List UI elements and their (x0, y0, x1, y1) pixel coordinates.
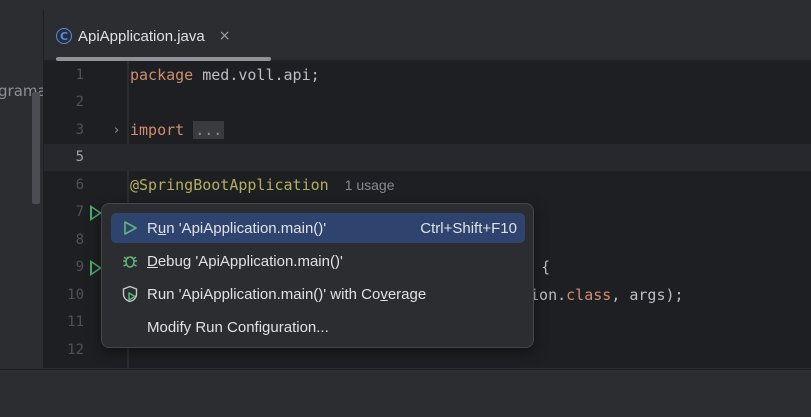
project-panel: grama (0, 10, 44, 368)
code-fragment: , args); (611, 286, 684, 304)
code-line: 6 @SpringBootApplication 1 usage (44, 172, 811, 199)
line-number: 1 (75, 67, 84, 83)
chevron-right-icon[interactable]: › (114, 117, 119, 144)
folded-imports[interactable]: ... (193, 121, 225, 139)
menu-item-run[interactable]: Run 'ApiApplication.main()' Ctrl+Shift+F… (111, 213, 525, 243)
menu-item-label: Run 'ApiApplication.main()' with Coverag… (147, 286, 426, 303)
usage-hint[interactable]: 1 usage (345, 177, 395, 193)
code-text: tion.class, args); (521, 282, 684, 309)
line-number: 12 (67, 342, 84, 358)
keyword: class (566, 286, 612, 304)
line-number: 8 (75, 232, 84, 248)
code-line: 1 package med.voll.api; (44, 62, 811, 89)
code-line: 2 (44, 89, 811, 116)
status-bar (0, 369, 811, 417)
label-part: n 'ApiApplication.main()' (166, 219, 327, 237)
coverage-icon (119, 285, 141, 303)
shortcut-label: Ctrl+Shift+F10 (420, 219, 517, 237)
menu-item-modify-run-configuration[interactable]: Modify Run Configuration... (111, 312, 525, 342)
mnemonic: D (147, 252, 158, 270)
label-part: Run 'ApiApplication.main()' with Co (147, 285, 381, 303)
mnemonic: u (157, 219, 167, 237)
line-number: 7 (75, 204, 84, 220)
class-c-icon: C (56, 28, 72, 44)
run-context-menu: Run 'ApiApplication.main()' Ctrl+Shift+F… (101, 203, 534, 348)
line-number: 5 (75, 149, 84, 165)
mnemonic: v (380, 285, 388, 303)
label-part: erage (387, 285, 427, 303)
line-number: 6 (75, 177, 84, 193)
menu-item-label: Debug 'ApiApplication.main()' (147, 253, 343, 270)
tab-label: ApiApplication.java (78, 27, 205, 45)
editor-tab-bar: C ApiApplication.java × (44, 10, 811, 61)
code-line: 3 › import ... (44, 117, 811, 144)
code-text: import ... (130, 117, 225, 144)
annotation: @SpringBootApplication (130, 176, 329, 194)
menu-item-run-with-coverage[interactable]: Run 'ApiApplication.main()' with Coverag… (111, 279, 525, 309)
label-part: R (147, 219, 158, 237)
label-part: ebug 'ApiApplication.main()' (157, 252, 343, 270)
code-text: package med.voll.api; (130, 62, 320, 89)
run-icon (119, 219, 141, 237)
line-number: 2 (75, 94, 84, 110)
project-scrollbar[interactable] (32, 92, 40, 204)
code-text: @SpringBootApplication 1 usage (130, 172, 395, 199)
line-number: 3 (75, 122, 84, 138)
keyword: import (130, 121, 185, 139)
line-number: 9 (75, 259, 84, 275)
menu-item-label: Modify Run Configuration... (147, 318, 329, 336)
debug-icon (119, 252, 141, 270)
code-line-current: 5 (44, 144, 811, 171)
menu-item-label: Run 'ApiApplication.main()' (147, 220, 326, 237)
menu-item-debug[interactable]: Debug 'ApiApplication.main()' (111, 246, 525, 276)
package-name: med.voll.api; (193, 66, 320, 84)
close-icon[interactable]: × (219, 28, 231, 44)
keyword: package (130, 66, 194, 84)
tab-api-application[interactable]: C ApiApplication.java × (56, 24, 230, 48)
line-number: 10 (67, 287, 84, 303)
line-number: 11 (67, 314, 84, 330)
